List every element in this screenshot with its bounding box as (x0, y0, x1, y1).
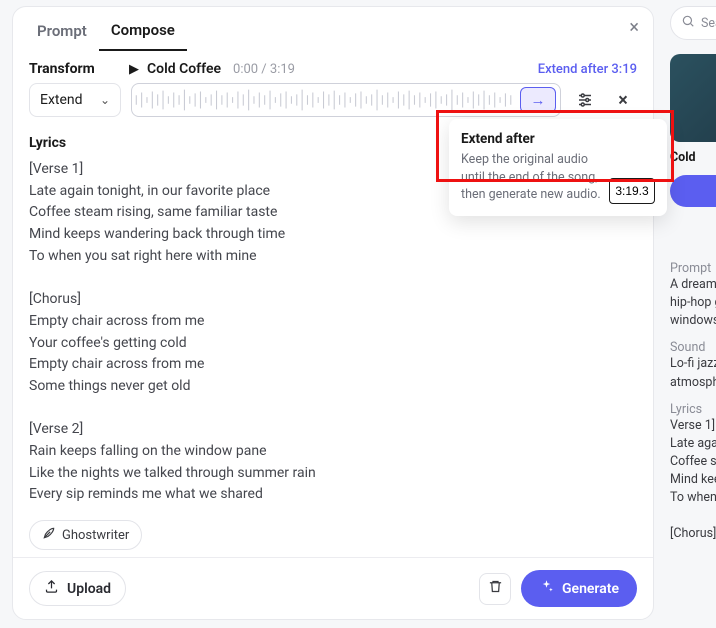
sidebar-prompt-text: A dreamy lo-fi jaz piano, mellow sa hip-… (670, 276, 716, 330)
settings-icon[interactable] (571, 86, 599, 114)
track-time: 0:00 / 3:19 (233, 62, 295, 77)
search-icon (681, 14, 695, 32)
sidebar-sound-label: Sound (670, 340, 716, 355)
track-title: Cold Coffee (147, 61, 221, 77)
ghostwriter-button[interactable]: Ghostwriter (29, 520, 142, 550)
arrow-right-icon: → (531, 91, 546, 109)
chevron-down-icon: ⌄ (100, 93, 110, 107)
sidebar-prompt-label: Prompt (670, 261, 716, 276)
upload-icon (44, 579, 59, 598)
popover-title: Extend after (461, 131, 655, 147)
extend-after-popover: Extend after Keep the original audio unt… (449, 119, 667, 216)
popover-description: Keep the original audio until the end of… (461, 151, 601, 204)
transform-mode-value: Extend (40, 92, 83, 108)
search-input[interactable]: Sear (670, 6, 716, 40)
extend-handle[interactable]: → (520, 87, 556, 113)
tab-prompt[interactable]: Prompt (25, 12, 99, 50)
generate-button[interactable]: Generate (521, 570, 637, 607)
feather-icon (42, 526, 56, 544)
footer-bar: Upload Generate (13, 557, 653, 619)
compose-panel: Prompt Compose × Transform ▶ Cold Coffee… (12, 6, 654, 620)
sparkle-icon (539, 579, 554, 598)
sidebar-sound-text: Lo-fi jazz, mellow downtempo hip-h atmos… (670, 355, 716, 391)
sidebar-lyrics-label: Lyrics (670, 402, 716, 417)
extend-after-link[interactable]: Extend after 3:19 (538, 62, 637, 77)
play-icon[interactable]: ▶ (129, 62, 139, 77)
sidebar-primary-button[interactable]: Pu (670, 175, 716, 207)
sidebar-lyrics-text: Verse 1] Late again tonigh place Coffee … (670, 417, 716, 544)
search-placeholder: Sear (701, 16, 716, 31)
trash-icon (488, 579, 503, 598)
tab-compose[interactable]: Compose (99, 11, 187, 51)
upload-button[interactable]: Upload (29, 571, 126, 606)
waveform-track[interactable]: → (131, 83, 561, 117)
close-icon[interactable]: × (629, 17, 639, 38)
extend-time-input[interactable] (609, 178, 655, 204)
ghostwriter-label: Ghostwriter (62, 528, 129, 543)
clear-icon[interactable]: × (609, 86, 637, 114)
transform-label: Transform (29, 61, 121, 77)
generate-label: Generate (562, 581, 619, 597)
remix-button[interactable]: Remix ⌄ (670, 217, 716, 245)
track-cover[interactable] (670, 54, 716, 142)
delete-button[interactable] (479, 573, 511, 605)
tabs-row: Prompt Compose × (13, 7, 653, 51)
transform-section: Transform ▶ Cold Coffee 0:00 / 3:19 Exte… (13, 51, 653, 121)
waveform-icon (132, 84, 560, 116)
transform-mode-select[interactable]: Extend ⌄ (29, 83, 121, 117)
sidebar-track-title: Cold (670, 150, 716, 165)
upload-label: Upload (67, 581, 111, 597)
right-sidebar: Sear Cold Pu Remix ⌄ Prompt A dreamy lo-… (670, 6, 716, 620)
